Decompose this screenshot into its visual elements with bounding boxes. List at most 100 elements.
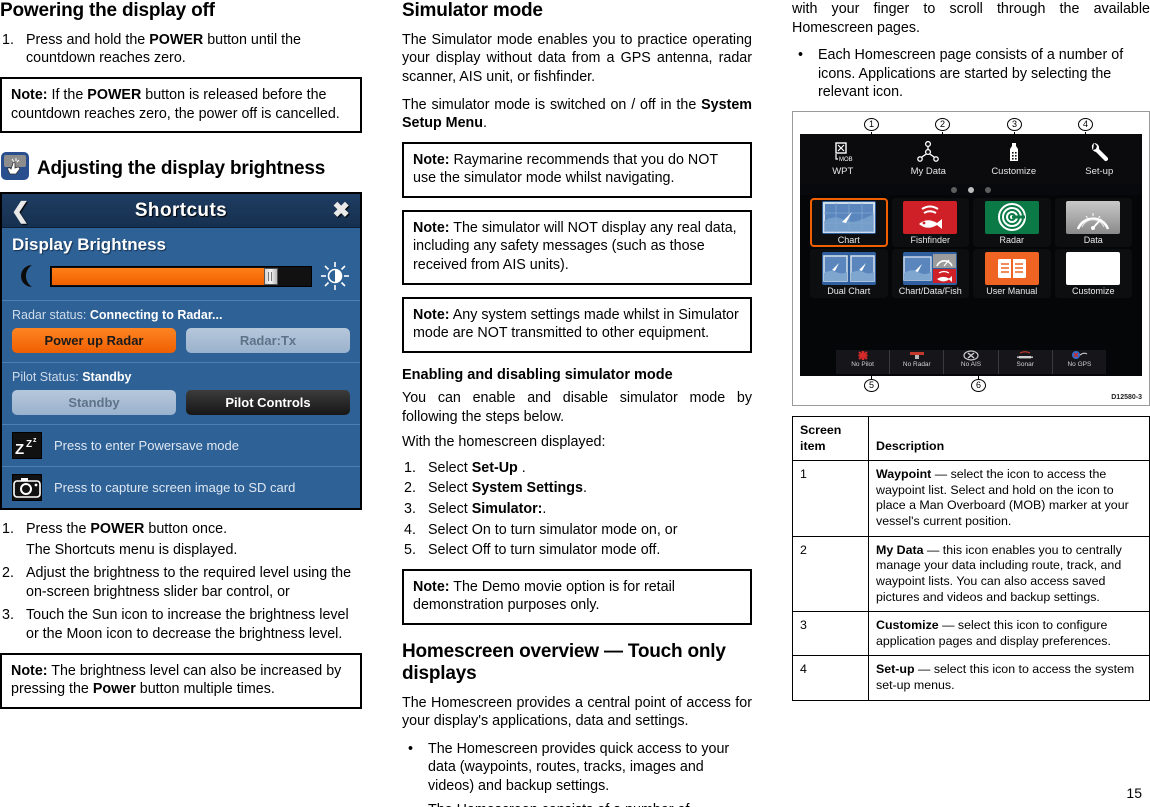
step-keyword: System Settings: [471, 480, 583, 497]
brightness-slider-knob[interactable]: [264, 267, 279, 285]
step-text-post: .: [542, 501, 547, 518]
step-text-post: .: [582, 480, 587, 497]
display-brightness-label: Display Brightness: [12, 235, 166, 255]
step-item: 3. Select Simulator:.: [402, 500, 752, 519]
bullet-text: The Homescreen provides quick access to …: [428, 740, 730, 794]
simulator-para-1: The Simulator mode enables you to practi…: [402, 31, 752, 85]
brightness-slider[interactable]: [50, 265, 312, 287]
toolbar-label: WPT: [832, 165, 854, 177]
status-no-gps[interactable]: No GPS: [1053, 350, 1106, 374]
app-data[interactable]: Data: [1055, 198, 1133, 247]
standby-button[interactable]: Standby: [12, 390, 176, 416]
bullet-marker: •: [408, 740, 414, 757]
page-dot-active[interactable]: [968, 186, 974, 193]
toolbar-item-my-data[interactable]: My Data: [886, 139, 972, 184]
no-pilot-icon: [836, 350, 889, 361]
powersave-row[interactable]: Z Z z Press to enter Powersave mode: [2, 425, 360, 468]
note-label: Note:: [413, 306, 450, 323]
sun-icon[interactable]: [320, 261, 350, 291]
radar-tx-button[interactable]: Radar:Tx: [186, 328, 350, 354]
figure-code: D12580-3: [1111, 393, 1142, 401]
app-fishfinder[interactable]: Fishfinder: [892, 198, 970, 247]
right-column: with your finger to scroll through the a…: [792, 0, 1150, 807]
enable-para-1: You can enable and disable simulator mod…: [402, 390, 752, 425]
step-text: Touch the Sun icon to increase the brigh…: [26, 607, 349, 643]
note-label: Note:: [413, 219, 450, 236]
row-term: Customize: [876, 618, 939, 633]
page-dot[interactable]: [951, 186, 957, 193]
list-item: • The Homescreen provides quick access t…: [402, 740, 752, 796]
moon-icon[interactable]: [12, 261, 42, 291]
app-user-manual[interactable]: User Manual: [973, 249, 1051, 298]
svg-text:Z: Z: [26, 439, 32, 450]
step-continuation: The Shortcuts menu is displayed.: [26, 541, 238, 558]
header-line-2: item: [800, 438, 826, 453]
subheading-enable-disable: Enabling and disabling simulator mode: [402, 366, 673, 383]
heading-simulator-mode: Simulator mode: [402, 0, 543, 21]
step-item: 2. Adjust the brightness to the required…: [0, 564, 362, 601]
app-label: Radar: [999, 234, 1024, 245]
status-sonar[interactable]: Sonar: [999, 349, 1053, 374]
close-x-icon[interactable]: ✖: [332, 200, 350, 221]
app-dual-chart[interactable]: Dual Chart: [810, 249, 888, 298]
radar-buttons: Power up Radar Radar:Tx: [12, 328, 350, 354]
callout-4: 4: [1078, 117, 1093, 131]
step-number: 5.: [404, 542, 416, 559]
display-brightness-section: Display Brightness: [2, 228, 360, 302]
step-item: 1. Select Set-Up .: [402, 459, 752, 478]
app-label: Dual Chart: [827, 285, 871, 296]
page-dot[interactable]: [985, 186, 991, 193]
radar-section: Radar status: Connecting to Radar... Pow…: [2, 301, 360, 364]
table-row: 1 Waypoint — select the icon to access t…: [792, 460, 1150, 537]
step-text: Select: [428, 501, 472, 518]
pilot-status-label: Pilot Status:: [12, 370, 79, 385]
sonar-icon: [999, 350, 1052, 361]
row-description: Waypoint — select the icon to access the…: [868, 460, 1150, 537]
step-number: 1.: [404, 459, 416, 476]
app-chart-data-fish[interactable]: Chart/Data/Fish: [892, 249, 970, 298]
power-up-radar-button[interactable]: Power up Radar: [12, 328, 176, 354]
toolbar-item-set-up[interactable]: Set-up: [1057, 139, 1143, 184]
back-arrow-icon[interactable]: ❮: [11, 199, 29, 222]
middle-column: Simulator mode The Simulator mode enable…: [402, 0, 752, 807]
status-no-ais[interactable]: No AIS: [944, 349, 999, 374]
homescreen-device-image: MOB WPT My Data Customize Set-up Chart F…: [800, 133, 1143, 376]
zzz-icon: Z Z z: [12, 432, 42, 460]
pilot-controls-button[interactable]: Pilot Controls: [186, 390, 350, 416]
simulator-para-2-post: .: [483, 115, 487, 132]
heading-homescreen-overview: Homescreen overview — Touch only display…: [402, 640, 726, 684]
column-header-screen-item: Screen item: [792, 415, 869, 462]
app-chart[interactable]: Chart: [810, 197, 888, 247]
step-number: 2.: [2, 565, 14, 582]
step-number: 1.: [2, 31, 14, 48]
screenshot-row[interactable]: Press to capture screen image to SD card: [2, 467, 360, 508]
status-no-radar[interactable]: No Radar: [890, 349, 945, 374]
row-index: 1: [792, 460, 869, 537]
toolbar-item-customize[interactable]: Customize: [971, 139, 1057, 184]
powering-off-steps: 1. Press and hold the POWER button until…: [0, 31, 362, 68]
step-text: Select: [428, 459, 472, 476]
toolbar-label: My Data: [910, 165, 946, 177]
step-number: 3.: [2, 607, 14, 624]
callout-1: 1: [864, 117, 879, 131]
step-number: 4.: [404, 521, 416, 538]
step-text: Select Off to turn simulator mode off.: [428, 542, 661, 559]
svg-text:z: z: [33, 437, 37, 444]
step-item: 3. Touch the Sun icon to increase the br…: [0, 606, 362, 643]
row-term: Waypoint: [876, 467, 932, 482]
enable-para-2: With the homescreen displayed:: [402, 434, 606, 451]
no-ais-icon: [944, 350, 997, 361]
note-text: Any system settings made whilst in Simul…: [413, 306, 739, 342]
status-label: No Pilot: [851, 360, 874, 368]
app-customize-blank[interactable]: Customize: [1055, 249, 1133, 298]
status-no-pilot[interactable]: No Pilot: [836, 349, 891, 374]
radar-status: Radar status: Connecting to Radar...: [12, 308, 350, 322]
bullet-marker: •: [408, 801, 413, 807]
app-label: Chart/Data/Fish: [898, 285, 962, 296]
callout-2: 2: [935, 117, 950, 131]
step-item: 2. Select System Settings.: [402, 479, 752, 498]
pilot-section: Pilot Status: Standby Standby Pilot Cont…: [2, 363, 360, 426]
toolbar-item-wpt[interactable]: MOB WPT: [800, 139, 886, 184]
dual-chart-icon: [821, 251, 876, 285]
app-radar[interactable]: Radar: [973, 198, 1051, 247]
